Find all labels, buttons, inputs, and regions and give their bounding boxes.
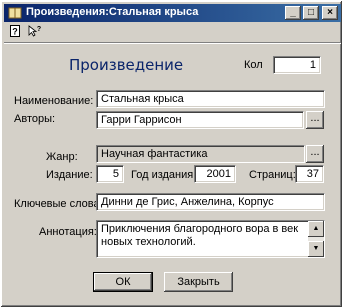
form-heading: Произведение — [69, 56, 184, 74]
name-field[interactable]: Стальная крыса — [96, 90, 325, 108]
genre-browse-button[interactable]: ... — [306, 145, 324, 163]
annotation-text: Приключения благородного вора в век новы… — [101, 223, 299, 248]
genre-field[interactable]: Научная фантастика — [96, 145, 305, 163]
whats-this-icon[interactable]: ? — [28, 25, 42, 37]
annotation-textarea[interactable]: Приключения благородного вора в век новы… — [96, 220, 325, 258]
scroll-down-icon[interactable]: ▼ — [308, 241, 324, 257]
count-field[interactable]: 1 — [273, 56, 321, 74]
keywords-label: Ключевые слова: — [14, 198, 103, 210]
app-icon — [8, 7, 22, 19]
help-icon[interactable]: ? — [10, 25, 20, 37]
count-label: Кол — [244, 59, 263, 71]
toolbar-separator — [4, 42, 341, 44]
close-window-button[interactable]: × — [322, 6, 338, 20]
scroll-up-icon[interactable]: ▲ — [308, 221, 324, 237]
pages-field[interactable]: 37 — [295, 165, 324, 183]
year-field[interactable]: 2001 — [194, 165, 236, 183]
authors-browse-button[interactable]: ... — [306, 111, 324, 129]
svg-text:?: ? — [12, 27, 18, 37]
maximize-button[interactable]: □ — [303, 6, 319, 20]
title-bar[interactable]: Произведения:Стальная крыса _ □ × — [4, 4, 341, 22]
window-title: Произведения:Стальная крыса — [26, 6, 199, 18]
name-label: Наименование: — [14, 95, 94, 107]
annotation-scrollbar[interactable]: ▲ ▼ — [308, 221, 324, 257]
edition-label: Издание: — [46, 169, 93, 181]
authors-field[interactable]: Гарри Гаррисон — [96, 111, 304, 129]
authors-label: Авторы: — [14, 113, 56, 125]
year-label: Год издания: — [131, 169, 197, 181]
minimize-button[interactable]: _ — [285, 6, 301, 20]
ok-button[interactable]: ОК — [93, 272, 153, 292]
keywords-field[interactable]: Динни де Грис, Анжелина, Корпус — [96, 193, 325, 211]
pages-label: Страниц: — [249, 169, 296, 181]
genre-label: Жанр: — [46, 151, 78, 163]
svg-text:?: ? — [37, 26, 41, 33]
dialog-window: Произведения:Стальная крыса _ □ × ? ? Пр… — [0, 0, 343, 308]
edition-field[interactable]: 5 — [96, 165, 124, 183]
close-button[interactable]: Закрыть — [164, 272, 233, 292]
annotation-label: Аннотация: — [39, 226, 97, 238]
